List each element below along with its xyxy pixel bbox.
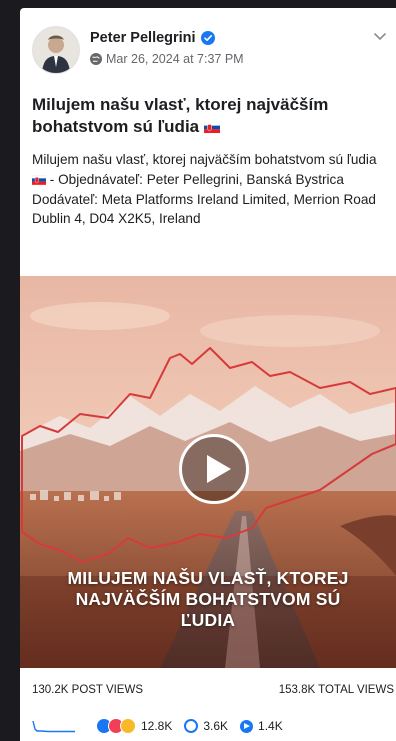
comments-count: 3.6K [203, 719, 229, 733]
post-timestamp[interactable]: Mar 26, 2024 at 7:37 PM [106, 52, 244, 66]
view-stats: 130.2K POST VIEWS 153.8K TOTAL VIEWS [32, 684, 394, 696]
slovakia-flag-icon [32, 174, 46, 185]
comment-icon [184, 719, 199, 733]
author-name-text[interactable]: Peter Pellegrini [90, 30, 196, 46]
overlay-line-1: MILUJEM NAŠU VLASŤ, KTOREJ [67, 568, 349, 588]
reactions-count: 12.8K [141, 719, 173, 733]
overlay-line-2: NAJVÄČŠÍM BOHATSTVOM SÚ [75, 589, 341, 609]
post-views: 130.2K POST VIEWS [32, 684, 144, 696]
share-icon [240, 719, 254, 733]
comments-summary[interactable]: 3.6K [184, 719, 228, 733]
post-header: Peter Pellegrini Mar 26, 2024 at 7:37 PM [20, 8, 396, 78]
post-title-text: Milujem našu vlasť, ktorej najväčším boh… [32, 95, 329, 136]
post-title: Milujem našu vlasť, ktorej najväčším boh… [32, 94, 384, 138]
post-body: Milujem našu vlasť, ktorej najväčším boh… [32, 150, 392, 229]
globe-icon [90, 53, 102, 65]
video-overlay-text: MILUJEM NAŠU VLASŤ, KTOREJ NAJVÄČŠÍM BOH… [20, 568, 396, 631]
reactions-summary[interactable]: 12.8K [96, 718, 172, 734]
author-name[interactable]: Peter Pellegrini [90, 30, 215, 46]
author-avatar[interactable] [32, 26, 80, 74]
post-body-text-2: - Objednávateľ: Peter Pellegrini, Banská… [32, 171, 376, 227]
play-button[interactable] [179, 434, 249, 504]
sparkline-icon [32, 720, 75, 733]
haha-icon [120, 718, 136, 734]
shares-summary[interactable]: 1.4K [240, 719, 283, 733]
reaction-icons [96, 718, 136, 734]
post-card: Peter Pellegrini Mar 26, 2024 at 7:37 PM… [20, 8, 396, 741]
shares-count: 1.4K [258, 719, 283, 733]
verified-badge-icon [200, 31, 215, 45]
chevron-down-icon[interactable] [372, 28, 388, 44]
slovakia-flag-icon [203, 122, 220, 133]
total-views: 153.8K TOTAL VIEWS [278, 684, 394, 696]
engagement-bar: 12.8K 3.6K 1.4K [32, 716, 394, 736]
overlay-line-3: ĽUDIA [180, 610, 236, 630]
post-body-text-1: Milujem našu vlasť, ktorej najväčším boh… [32, 152, 377, 167]
post-meta: Mar 26, 2024 at 7:37 PM [90, 52, 244, 66]
